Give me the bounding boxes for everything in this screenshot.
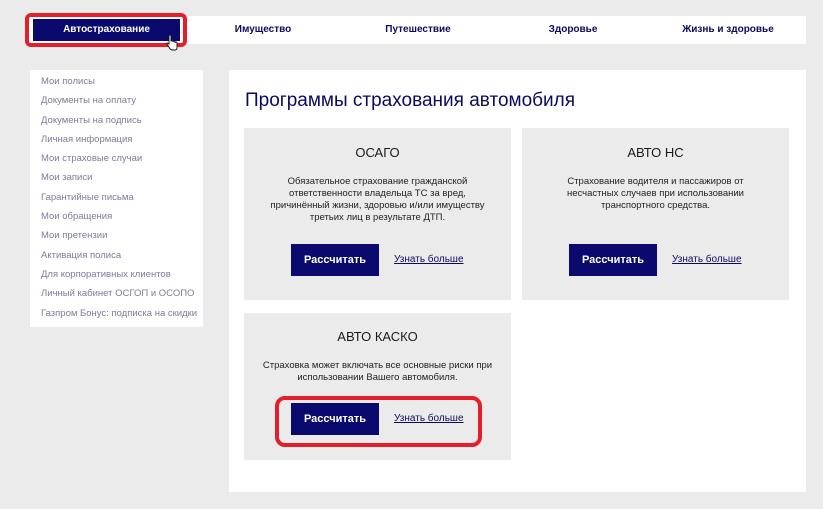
card-description: Обязательное страхование гражданской отв…	[270, 176, 485, 223]
calculate-button[interactable]: Рассчитать	[291, 403, 379, 435]
tab-property[interactable]: Имущество	[218, 16, 308, 44]
sidebar-item-my-policies[interactable]: Мои полисы	[30, 72, 203, 91]
card-description: Страхование водителя и пассажиров от нес…	[567, 176, 744, 211]
tab-travel[interactable]: Путешествие	[373, 16, 463, 44]
card-osago: ОСАГО Обязательное страхование гражданск…	[244, 128, 511, 300]
sidebar-item-personal-info[interactable]: Личная информация	[30, 130, 203, 149]
sidebar-item-gazprom-bonus[interactable]: Газпром Бонус: подписка на скидки	[30, 304, 203, 323]
card-auto-kasko: АВТО КАСКО Страховка может включать все …	[244, 313, 511, 460]
learn-more-link[interactable]: Узнать больше	[394, 254, 464, 265]
card-description: Страховка может включать все основные ри…	[262, 360, 493, 383]
hand-cursor-icon	[166, 35, 178, 51]
sidebar-item-corporate-clients[interactable]: Для корпоративных клиентов	[30, 265, 203, 284]
sidebar-item-my-claims[interactable]: Мои претензии	[30, 226, 203, 245]
card-title: АВТО НС	[627, 145, 684, 160]
sidebar-item-signature-documents[interactable]: Документы на подпись	[30, 111, 203, 130]
learn-more-link[interactable]: Узнать больше	[394, 413, 464, 424]
calculate-button[interactable]: Рассчитать	[569, 244, 657, 276]
sidebar-item-osgop-osopo[interactable]: Личный кабинет ОСГОП и ОСОПО	[30, 284, 203, 303]
tab-health[interactable]: Здоровье	[528, 16, 618, 44]
sidebar-menu: Мои полисы Документы на оплату Документы…	[30, 70, 203, 327]
card-auto-ns: АВТО НС Страхование водителя и пассажиро…	[522, 128, 789, 300]
sidebar-item-guarantee-letters[interactable]: Гарантийные письма	[30, 188, 203, 207]
calculate-button[interactable]: Рассчитать	[291, 244, 379, 276]
card-title: ОСАГО	[355, 145, 400, 160]
top-nav: Автострахование Имущество Путешествие Зд…	[28, 16, 806, 44]
sidebar-item-payment-documents[interactable]: Документы на оплату	[30, 91, 203, 110]
main-panel: Программы страхования автомобиля ОСАГО О…	[229, 70, 806, 492]
sidebar-item-policy-activation[interactable]: Активация полиса	[30, 246, 203, 265]
sidebar-item-my-requests[interactable]: Мои обращения	[30, 207, 203, 226]
tab-life-and-health[interactable]: Жизнь и здоровье	[678, 16, 778, 44]
page-title: Программы страхования автомобиля	[245, 90, 576, 111]
sidebar-item-my-appointments[interactable]: Мои записи	[30, 168, 203, 187]
learn-more-link[interactable]: Узнать больше	[672, 254, 742, 265]
card-title: АВТО КАСКО	[337, 329, 418, 344]
tab-autoinsurance[interactable]: Автострахование	[33, 19, 180, 41]
sidebar-item-insurance-cases[interactable]: Мои страховые случаи	[30, 149, 203, 168]
